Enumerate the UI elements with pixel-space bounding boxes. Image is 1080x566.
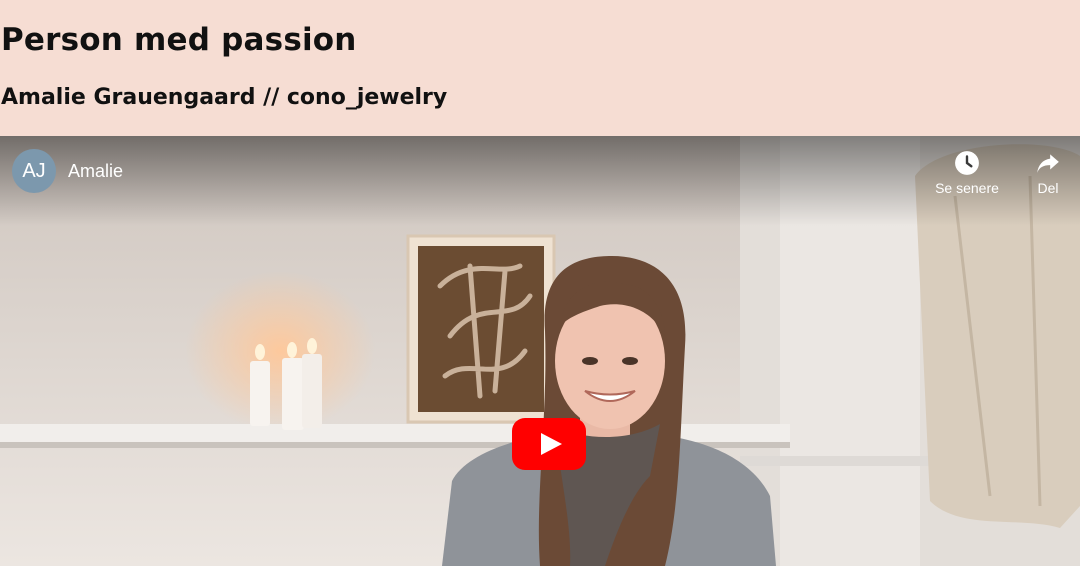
page-subtitle: Amalie Grauengaard // cono_jewelry xyxy=(1,85,448,110)
candle xyxy=(302,354,322,428)
video-player[interactable]: AJ Amalie Se senere Del xyxy=(0,136,1080,566)
youtube-play-icon[interactable] xyxy=(512,418,586,470)
candle-flame xyxy=(287,342,297,358)
channel-avatar[interactable]: AJ xyxy=(12,149,56,193)
watch-later-button[interactable]: Se senere xyxy=(927,150,1007,196)
page-title: Person med passion xyxy=(1,22,357,58)
candle xyxy=(250,361,270,426)
page-header: Person med passion Amalie Grauengaard //… xyxy=(0,0,1080,136)
candle-flame xyxy=(255,344,265,360)
candle-flame xyxy=(307,338,317,354)
share-arrow-icon xyxy=(1037,154,1059,173)
channel-initials: AJ xyxy=(22,159,46,182)
clock-icon xyxy=(955,151,979,175)
top-overlay-gradient xyxy=(0,136,1080,226)
candle xyxy=(282,358,304,430)
share-label: Del xyxy=(1037,180,1059,196)
video-title-link[interactable]: Amalie xyxy=(68,161,123,182)
share-button[interactable]: Del xyxy=(1008,150,1080,196)
watch-later-label: Se senere xyxy=(935,180,999,196)
